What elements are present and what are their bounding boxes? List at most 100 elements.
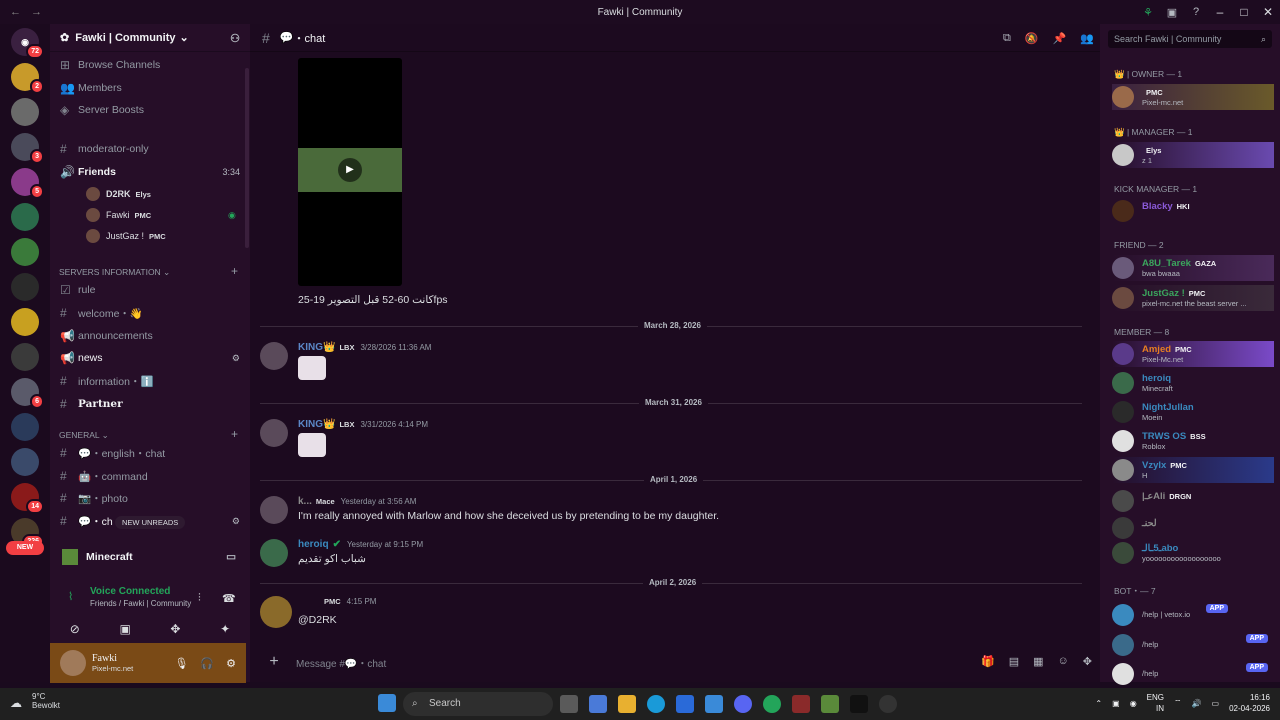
leaf-icon[interactable]: ⚘	[1136, 6, 1160, 19]
server-icon[interactable]	[11, 413, 39, 441]
emoji-icon[interactable]: ☺	[1058, 655, 1069, 668]
activity-bar[interactable]: Minecraft ▭	[50, 546, 250, 568]
screen-share-icon[interactable]: ▣	[119, 622, 130, 636]
new-unreads-banner[interactable]: NEW UNREADS	[115, 516, 186, 529]
sticker-icon[interactable]: ▦	[1033, 655, 1043, 668]
settings-icon[interactable]: ⚙	[232, 516, 240, 527]
pin-icon[interactable]: 📌	[1053, 32, 1067, 45]
user-panel[interactable]: Fawki Pixel-mc.net 🎙 🎧 ⚙	[50, 643, 246, 683]
message-input[interactable]: Message #💬・chat	[296, 655, 386, 670]
member-item[interactable]: Elys z 1	[1112, 142, 1274, 168]
member-item[interactable]: PMC Pixel-mc.net	[1112, 84, 1274, 110]
app-icon[interactable]	[705, 695, 723, 713]
server-icon[interactable]	[11, 343, 39, 371]
maximize-button[interactable]: □	[1232, 5, 1256, 19]
member-item[interactable]: A8U_Tarek GAZA bwa bwaaa	[1112, 255, 1274, 281]
add-member-icon[interactable]: ⚇	[230, 32, 240, 45]
minecraft-icon[interactable]	[821, 695, 839, 713]
author-name[interactable]: KING	[298, 419, 323, 430]
voice-channel-friends[interactable]: 🔊 Friends 3:34	[60, 162, 246, 182]
minimize-button[interactable]: –	[1208, 5, 1232, 19]
back-icon[interactable]: ←	[10, 6, 21, 18]
gear-icon[interactable]: ⚙	[226, 657, 236, 670]
home-button[interactable]: ◉ 72	[11, 28, 44, 59]
app-icon[interactable]	[792, 695, 810, 713]
server-icon[interactable]	[11, 238, 39, 266]
guild-header[interactable]: ✿ Fawki | Community ⌄ ⚇	[50, 24, 250, 52]
server-icon[interactable]	[11, 448, 39, 476]
sticker-image[interactable]	[298, 356, 326, 380]
server-icon[interactable]	[11, 308, 39, 336]
sticker-image[interactable]	[298, 433, 326, 457]
server-icon[interactable]: 14	[11, 483, 44, 514]
channel-news[interactable]: 📢 news ⚙	[60, 348, 246, 368]
store-icon[interactable]	[676, 695, 694, 713]
close-button[interactable]: ✕	[1256, 5, 1280, 19]
member-item[interactable]: ـ5ـالـabo yoooooooooooooooooo	[1112, 540, 1274, 566]
server-icon[interactable]	[11, 273, 39, 301]
server-icon[interactable]: 3	[11, 133, 44, 164]
gif-icon[interactable]: ▤	[1009, 655, 1019, 668]
members-link[interactable]: 👥 Members	[60, 78, 246, 98]
channel-announcements[interactable]: 📢 announcements	[60, 326, 246, 346]
search-input[interactable]: Search Fawki | Community ⌕	[1108, 30, 1272, 48]
video-attachment[interactable]: ▶	[298, 58, 402, 286]
member-item[interactable]: Blacky HKI	[1112, 198, 1274, 224]
apps-icon[interactable]: ✥	[1083, 655, 1092, 668]
settings-icon[interactable]: ⚙	[232, 353, 240, 364]
voice-location[interactable]: Friends / Fawki | Community	[90, 599, 191, 608]
add-channel-icon[interactable]: +	[231, 427, 238, 441]
member-item[interactable]: heroiq Minecraft	[1112, 370, 1274, 396]
author-name[interactable]: KING	[298, 342, 323, 353]
language-indicator[interactable]: ENG IN	[1147, 692, 1164, 714]
server-icon[interactable]: 5	[11, 168, 44, 199]
member-item[interactable]: TRWS OS BSS Roblox	[1112, 428, 1274, 454]
channel-photo[interactable]: # 📷 ・photo	[60, 488, 246, 508]
server-icon[interactable]	[11, 203, 39, 231]
category-general[interactable]: GENERAL ⌄ +	[59, 427, 245, 441]
app-icon[interactable]	[879, 695, 897, 713]
file-icon[interactable]	[560, 695, 578, 713]
disconnect-icon[interactable]: ☎	[222, 592, 236, 605]
mute-icon[interactable]: 🔕	[1025, 32, 1039, 45]
edge-icon[interactable]	[647, 695, 665, 713]
member-item[interactable]: NightJullan Moein	[1112, 399, 1274, 425]
channel-information[interactable]: # information・ℹ️	[60, 371, 246, 391]
volume-icon[interactable]: 🔊	[1192, 699, 1202, 708]
voice-user[interactable]: D2RK Elys	[86, 185, 151, 203]
member-item[interactable]: لحنـ	[1112, 515, 1274, 541]
tiktok-icon[interactable]	[850, 695, 868, 713]
folder-icon[interactable]	[618, 695, 636, 713]
bot-item[interactable]: /help | vetox.io APP	[1112, 602, 1274, 628]
new-unreads-pill[interactable]: NEW	[6, 541, 44, 555]
help-icon[interactable]: ?	[1184, 6, 1208, 18]
member-item[interactable]: Amjed PMC Pixel-Mc.net	[1112, 341, 1274, 367]
voice-user[interactable]: Fawki PMC ◉	[86, 206, 236, 224]
play-icon[interactable]: ▶	[338, 158, 362, 182]
gift-icon[interactable]: 🎁	[981, 655, 995, 668]
author-name[interactable]: heroiq	[298, 539, 329, 550]
camera-off-icon[interactable]: ⊘	[70, 622, 80, 636]
add-attachment-icon[interactable]: +	[260, 653, 288, 671]
category-servers-information[interactable]: SERVERS INFORMATION ⌄ +	[59, 264, 245, 278]
member-item[interactable]: |عـAli DRGN	[1112, 488, 1274, 514]
headphones-icon[interactable]: 🎧	[200, 657, 214, 670]
threads-icon[interactable]: ⧉	[1003, 32, 1011, 45]
channel-command[interactable]: # 🤖 ・command	[60, 466, 246, 486]
channel-moderator-only[interactable]: # moderator-only	[60, 139, 246, 159]
mic-icon[interactable]: 🎙	[174, 657, 188, 670]
browse-channels[interactable]: ⊞ Browse Channels	[60, 55, 246, 75]
bot-item[interactable]: /help APP	[1112, 661, 1274, 687]
soundboard-icon[interactable]: ✦	[220, 622, 230, 636]
avatar[interactable]	[260, 539, 288, 567]
taskbar-search[interactable]: ⌕ Search	[403, 692, 553, 716]
forward-icon[interactable]: →	[31, 6, 42, 18]
app-icon[interactable]	[589, 695, 607, 713]
noise-icon[interactable]: ⫶	[198, 592, 201, 605]
channel-welcome[interactable]: # welcome・👋	[60, 303, 246, 323]
channel-english-chat[interactable]: # 💬 ・english・chat	[60, 443, 246, 463]
inbox-icon[interactable]: ▣	[1160, 6, 1184, 19]
server-icon[interactable]: 6	[11, 378, 44, 409]
app-icon[interactable]: ▣	[1112, 699, 1120, 708]
avatar[interactable]	[260, 496, 288, 524]
